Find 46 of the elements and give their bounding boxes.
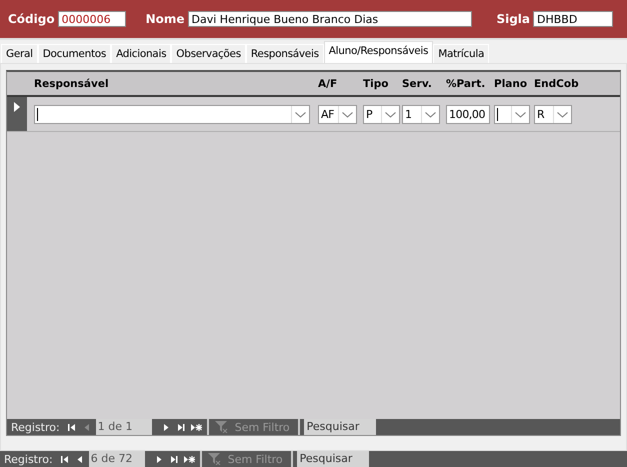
- dropdown-field[interactable]: [34, 104, 310, 124]
- column-header: Responsável: [34, 78, 110, 90]
- tab[interactable]: Matrícula: [433, 44, 490, 63]
- text-field[interactable]: DHBBD: [533, 11, 613, 27]
- funnel-icon: [214, 421, 229, 433]
- column-header: %Part.: [446, 78, 486, 90]
- first-record-icon[interactable]: [58, 454, 71, 464]
- column-header: Tipo: [363, 78, 390, 90]
- dropdown-field[interactable]: AF: [318, 104, 357, 124]
- new-record-icon[interactable]: [190, 422, 202, 432]
- text-field[interactable]: 100,00: [446, 104, 490, 124]
- column-header: Plano: [494, 78, 528, 90]
- caret-icon[interactable]: [515, 112, 526, 118]
- record-position-field[interactable]: 1 de 1: [96, 419, 152, 435]
- record-position-field[interactable]: 6 de 72: [88, 451, 145, 467]
- record-label: Registro:: [4, 452, 53, 466]
- record-label: Registro:: [11, 420, 60, 434]
- column-header: EndCob: [534, 78, 579, 90]
- tab[interactable]: Aluno/Responsáveis: [324, 41, 434, 63]
- search-field[interactable]: Pesquisar: [304, 419, 376, 435]
- field-label: Nome: [146, 12, 185, 26]
- search-field[interactable]: Pesquisar: [296, 451, 369, 467]
- field-label: Sigla: [496, 12, 530, 26]
- tab[interactable]: Documentos: [38, 44, 112, 63]
- field-label: Código: [8, 12, 55, 26]
- funnel-icon: [208, 453, 222, 465]
- tab[interactable]: Responsáveis: [246, 44, 324, 63]
- dropdown-field[interactable]: [494, 104, 530, 124]
- text-field[interactable]: 0000006: [58, 11, 126, 27]
- dropdown-field[interactable]: R: [534, 104, 572, 124]
- first-record-icon[interactable]: [66, 422, 78, 432]
- new-record-icon[interactable]: [182, 454, 195, 464]
- caret-icon[interactable]: [385, 112, 396, 118]
- column-header: A/F: [318, 78, 338, 90]
- text-field[interactable]: Davi Henrique Bueno Branco Dias: [188, 11, 472, 27]
- tab[interactable]: Adicionais: [111, 44, 172, 63]
- current-record-icon: [14, 102, 20, 112]
- dropdown-field[interactable]: 1: [402, 104, 440, 124]
- caret-icon[interactable]: [295, 112, 306, 118]
- dropdown-field[interactable]: P: [363, 104, 400, 124]
- tab[interactable]: Geral: [1, 44, 38, 63]
- tab[interactable]: Observações: [171, 44, 246, 63]
- column-header: Serv.: [402, 78, 433, 90]
- caret-icon[interactable]: [557, 112, 568, 118]
- caret-icon[interactable]: [342, 112, 353, 118]
- caret-icon[interactable]: [425, 112, 436, 118]
